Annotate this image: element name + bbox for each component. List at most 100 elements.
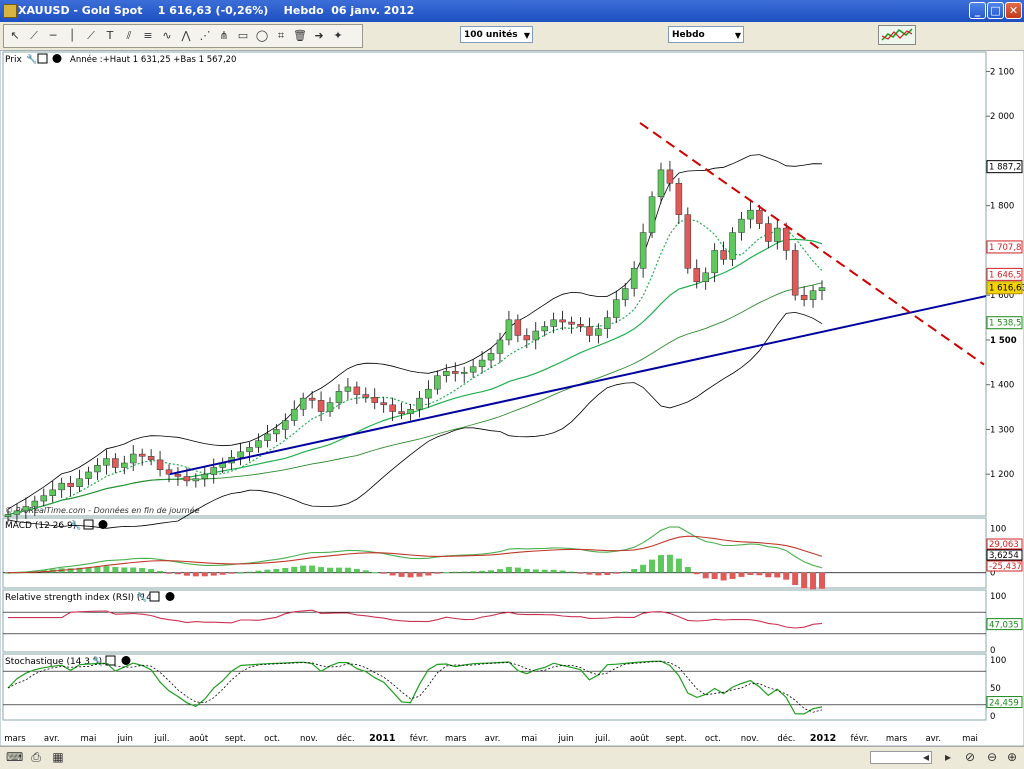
candle-down <box>514 319 522 336</box>
candle-up <box>434 375 441 390</box>
macd-histogram-bar <box>362 570 369 573</box>
macd-histogram-bar <box>309 565 316 573</box>
frame-icon[interactable]: ⌗ <box>273 28 289 44</box>
candle-up <box>478 359 486 368</box>
candle-up <box>76 478 83 487</box>
arrow-icon[interactable]: ➜ <box>311 28 327 44</box>
text-tool-icon[interactable]: T <box>102 28 118 44</box>
candle-up <box>49 489 56 496</box>
scroll-left-icon[interactable]: ◂ <box>918 750 934 765</box>
horizontal-line-icon[interactable]: ─ <box>45 28 61 44</box>
minimize-button[interactable]: _ <box>969 2 986 19</box>
macd-readout: 29,063 <box>989 540 1019 550</box>
candle-up <box>496 339 504 354</box>
chart-style-button[interactable] <box>878 25 916 45</box>
vertical-line-icon[interactable]: │ <box>64 28 80 44</box>
candle-up <box>639 232 647 269</box>
wrench-icon[interactable]: 🔧 <box>92 655 103 667</box>
candle-up <box>621 288 629 300</box>
macd-histogram-bar <box>443 572 450 574</box>
macd-histogram-bar <box>228 572 235 574</box>
candle-down <box>362 394 370 398</box>
fan-icon[interactable]: ⋰ <box>197 28 213 44</box>
candle-up <box>85 471 92 479</box>
pointer-icon[interactable]: ↖ <box>7 28 23 44</box>
macd-histogram-bar <box>649 559 656 573</box>
window-icon[interactable] <box>149 591 160 602</box>
stoch-label: Stochastique (14 3 5) <box>5 657 102 667</box>
window-icon[interactable] <box>83 519 94 530</box>
fibonacci-icon[interactable]: ≡ <box>140 28 156 44</box>
macd-histogram-bar <box>514 567 521 573</box>
time-axis-label: févr. <box>410 733 429 744</box>
line-tool-icon[interactable]: ⟋ <box>26 28 42 44</box>
period-select[interactable]: Hebdo ▼ <box>668 26 744 43</box>
delete-icon[interactable]: 🗑 <box>292 28 308 44</box>
time-axis-label: juin <box>116 734 133 744</box>
time-axis-label: mai <box>81 734 97 744</box>
wrench-icon[interactable]: 🔧 <box>136 591 147 603</box>
time-axis-label: mars <box>4 734 26 744</box>
candle-down <box>112 458 119 468</box>
zigzag-icon[interactable]: ⋀ <box>178 28 194 44</box>
time-axis-label: avr. <box>485 734 501 744</box>
zoom-reset-icon[interactable]: ⊘ <box>962 750 978 765</box>
macd-histogram-bar <box>595 572 602 576</box>
quantity-value: 100 unités <box>464 30 518 40</box>
macd-histogram-bar <box>273 568 280 573</box>
zoom-in-icon[interactable]: ⊕ <box>1004 750 1020 765</box>
candle-up <box>335 391 343 403</box>
close-panel-icon[interactable] <box>165 592 175 601</box>
candle-up <box>711 250 718 274</box>
close-panel-icon[interactable] <box>52 54 62 63</box>
trendline-icon[interactable]: ⟋ <box>83 28 99 44</box>
macd-histogram-bar <box>210 572 217 576</box>
time-axis-label: mai <box>962 734 978 744</box>
scroll-right-icon[interactable]: ▸ <box>940 750 956 765</box>
candle-up <box>487 353 495 361</box>
price-axis-label: 1 200 <box>990 470 1014 480</box>
zoom-out-icon[interactable]: ⊖ <box>984 750 1000 765</box>
time-axis-label: oct. <box>264 734 280 744</box>
window-icon[interactable] <box>37 53 48 64</box>
candle-down <box>183 476 191 482</box>
candle-up <box>282 420 289 430</box>
candle-down <box>380 402 387 406</box>
chart-style-icon <box>881 28 913 41</box>
macd-histogram-bar <box>425 572 432 576</box>
price-tag-label: 1 646,5 <box>989 270 1021 280</box>
wave-icon[interactable]: ∿ <box>159 28 175 44</box>
chevron-down-icon: ▼ <box>734 31 741 40</box>
ellipse-icon[interactable]: ◯ <box>254 28 270 44</box>
macd-histogram-bar <box>94 566 101 573</box>
wrench-icon[interactable]: 🔧 <box>26 53 37 65</box>
close-panel-icon[interactable] <box>121 656 131 665</box>
macd-histogram-bar <box>434 572 441 574</box>
close-button[interactable]: ✕ <box>1005 2 1022 19</box>
macd-histogram-bar <box>756 572 763 576</box>
chart-svg: Prix 🔧 Année :+Haut 1 631,25 +Bas 1 567,… <box>0 49 1024 747</box>
keyboard-icon[interactable]: ⌨ <box>6 750 23 765</box>
price-axis-label: 2 000 <box>990 112 1014 122</box>
quantity-select[interactable]: 100 unités ▼ <box>460 26 533 43</box>
pitchfork-icon[interactable]: ⋔ <box>216 28 232 44</box>
stoch-readout: 24,459 <box>989 699 1019 709</box>
candle-down <box>720 250 727 260</box>
candle-up <box>809 290 817 300</box>
rsi-axis-label: 0 <box>990 646 995 656</box>
macd-histogram-bar <box>738 572 745 577</box>
wrench-icon[interactable]: 🔧 <box>70 519 81 531</box>
macd-histogram-bar <box>389 572 396 576</box>
rectangle-icon[interactable]: ▭ <box>235 28 251 44</box>
time-axis-label: 2012 <box>810 733 836 744</box>
magic-icon[interactable]: ✦ <box>330 28 346 44</box>
macd-histogram-bar <box>604 572 611 576</box>
maximize-button[interactable]: □ <box>987 2 1004 19</box>
macd-axis-label: 100 <box>990 524 1006 534</box>
save-icon[interactable]: ▦ <box>50 750 66 765</box>
channel-icon[interactable]: ⫽ <box>121 28 137 44</box>
time-axis-label: mars <box>445 734 467 744</box>
print-icon[interactable]: ⎙ <box>28 750 44 765</box>
candle-down <box>174 473 182 477</box>
candle-down <box>389 404 396 412</box>
